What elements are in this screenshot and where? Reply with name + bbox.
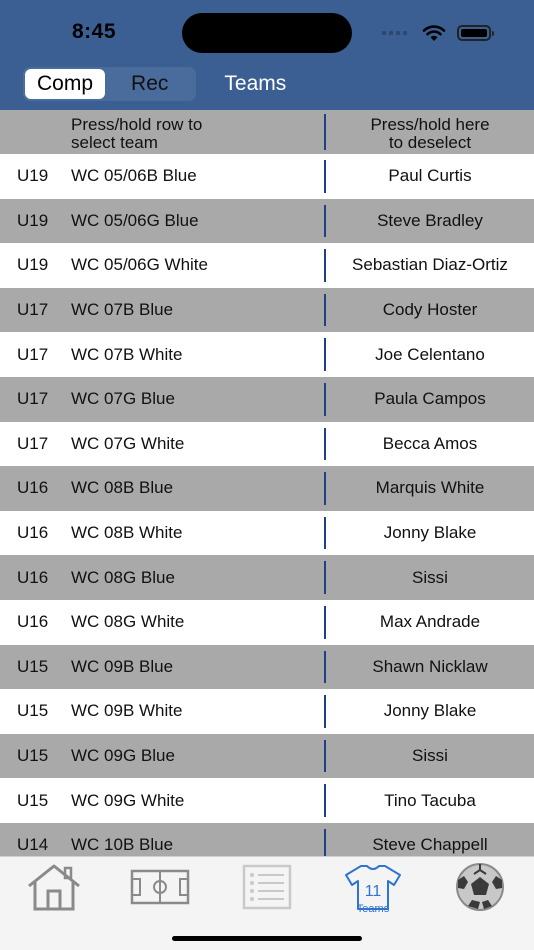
jersey-number: 11 [365,883,382,900]
table-row[interactable]: U17 WC 07B Blue Cody Hoster [0,287,534,333]
row-team-name: WC 10B Blue [71,835,174,855]
row-coach-name[interactable]: Marquis White [326,478,534,498]
row-coach-name[interactable]: Jonny Blake [326,701,534,721]
row-coach-name[interactable]: Paula Campos [326,389,534,409]
segment-rec[interactable]: Rec [105,69,194,99]
row-coach-name[interactable]: Jonny Blake [326,523,534,543]
table-row[interactable]: U19 WC 05/06B Blue Paul Curtis [0,154,534,199]
home-indicator[interactable] [172,936,362,941]
cellular-signal-icon [382,31,407,35]
wifi-icon [422,25,446,41]
row-coach-name[interactable]: Tino Tacuba [326,791,534,811]
row-age-group: U19 [17,210,49,230]
row-coach-name[interactable]: Max Andrade [326,612,534,632]
row-age-group: U14 [17,835,49,855]
tab-list[interactable] [227,861,307,913]
mode-selector: Comp Rec Teams [23,67,286,101]
row-team-name: WC 09B Blue [71,656,174,676]
list-icon [242,864,292,910]
row-team-name: WC 08G Blue [71,567,175,587]
table-row[interactable]: U19 WC 05/06G Blue Steve Bradley [0,198,534,244]
row-team-name: WC 05/06G Blue [71,210,199,230]
row-age-group: U19 [17,255,49,275]
row-age-group: U17 [17,389,49,409]
table-row[interactable]: U16 WC 08B Blue Marquis White [0,466,534,511]
row-team-name: WC 05/06B Blue [71,166,197,186]
row-age-group: U17 [17,344,49,364]
soccer-field-icon [130,869,190,905]
teams-tab[interactable]: Teams [224,67,286,101]
row-age-group: U15 [17,656,49,676]
row-team-name: WC 07B Blue [71,300,174,320]
row-team-name: WC 05/06G White [71,255,208,275]
table-row[interactable]: U15 WC 09G Blue Sissi [0,733,534,779]
row-coach-name[interactable]: Shawn Nicklaw [326,657,534,677]
row-coach-name[interactable]: Joe Celentano [326,345,534,365]
row-team-name: WC 08B Blue [71,478,174,498]
status-icons [382,22,494,44]
row-age-group: U16 [17,523,49,543]
tab-ball[interactable] [440,861,520,913]
row-coach-name[interactable]: Sissi [326,568,534,588]
row-team-name: WC 08G White [71,612,185,632]
row-coach-name[interactable]: Paul Curtis [326,166,534,186]
segment-comp[interactable]: Comp [25,69,106,99]
table-row[interactable]: U17 WC 07B White Joe Celentano [0,332,534,377]
top-header: 8:45 Comp Rec Teams [0,0,534,110]
row-coach-name[interactable]: Steve Chappell [326,835,534,855]
row-coach-name[interactable]: Sissi [326,746,534,766]
dynamic-island [182,13,352,53]
comp-rec-segmented-control: Comp Rec [23,67,197,101]
tab-home[interactable] [14,861,94,913]
deselect-hint-text: Press/hold here to deselect [370,115,490,152]
row-team-name: WC 07G White [71,433,185,453]
select-team-hint-text: Press/hold row to select team [71,115,203,152]
table-row[interactable]: U17 WC 07G White Becca Amos [0,421,534,467]
table-row[interactable]: U16 WC 08G Blue Sissi [0,555,534,600]
home-icon [28,864,80,911]
table-header: Press/hold row to select team Press/hold… [0,110,534,154]
row-team-name: WC 08B White [71,523,183,543]
table-row[interactable]: U15 WC 09B White Jonny Blake [0,689,534,734]
row-team-name: WC 09B White [71,701,183,721]
row-coach-name[interactable]: Steve Bradley [326,211,534,231]
table-row[interactable]: U19 WC 05/06G White Sebastian Diaz-Ortiz [0,243,534,288]
select-team-hint: Press/hold row to select team [71,116,202,152]
row-age-group: U16 [17,567,49,587]
table-row[interactable]: U15 WC 09G White Tino Tacuba [0,778,534,823]
row-age-group: U15 [17,790,49,810]
row-age-group: U15 [17,746,49,766]
tab-teams-label: Teams [356,903,390,915]
row-coach-name[interactable]: Cody Hoster [326,300,534,320]
row-age-group: U19 [17,166,49,186]
team-list: U19 WC 05/06B Blue Paul Curtis U19 WC 05/06G… [0,154,534,868]
row-team-name: WC 09G White [71,790,185,810]
table-row[interactable]: U16 WC 08B White Jonny Blake [0,510,534,556]
table-row[interactable]: U15 WC 09B Blue Shawn Nicklaw [0,644,534,690]
status-time: 8:45 [72,20,117,43]
row-age-group: U16 [17,612,49,632]
row-team-name: WC 09G Blue [71,746,175,766]
row-age-group: U15 [17,701,49,721]
row-age-group: U16 [17,478,49,498]
soccer-ball-icon [456,863,504,911]
row-coach-name[interactable]: Sebastian Diaz-Ortiz [326,255,534,275]
tab-teams[interactable]: 11 Teams [333,861,413,915]
row-team-name: WC 07B White [71,344,183,364]
row-age-group: U17 [17,300,49,320]
table-row[interactable]: U17 WC 07G Blue Paula Campos [0,376,534,422]
row-team-name: WC 07G Blue [71,389,175,409]
table-row[interactable]: U16 WC 08G White Max Andrade [0,599,534,645]
tab-field[interactable] [120,861,200,913]
deselect-hint[interactable]: Press/hold here to deselect [326,116,534,152]
row-age-group: U17 [17,433,49,453]
battery-icon [457,25,494,41]
row-coach-name[interactable]: Becca Amos [326,434,534,454]
